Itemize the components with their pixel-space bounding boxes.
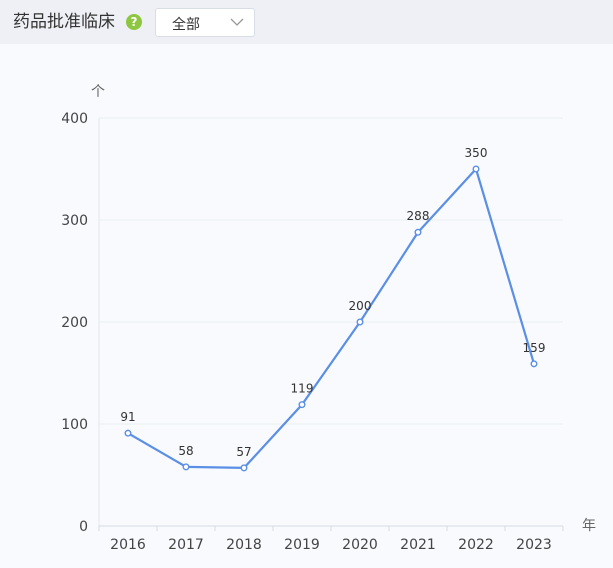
question-circle-icon[interactable]: ? bbox=[126, 14, 142, 30]
data-label: 200 bbox=[349, 299, 372, 313]
y-tick-label: 200 bbox=[61, 315, 88, 331]
y-unit-label: 个 bbox=[91, 84, 105, 100]
data-point bbox=[124, 429, 132, 437]
filter-select-value: 全部 bbox=[172, 17, 200, 33]
x-tick-label: 2022 bbox=[458, 537, 494, 553]
data-label: 159 bbox=[523, 341, 546, 355]
data-label: 58 bbox=[178, 444, 193, 458]
data-label: 119 bbox=[291, 382, 314, 396]
y-tick-label: 300 bbox=[61, 213, 88, 229]
y-tick-label: 400 bbox=[61, 111, 88, 127]
x-tick-label: 2016 bbox=[110, 537, 146, 553]
data-point bbox=[182, 463, 190, 471]
x-tick-label: 2021 bbox=[400, 537, 436, 553]
data-point bbox=[472, 165, 480, 173]
chevron-down-icon bbox=[230, 18, 244, 26]
data-point bbox=[414, 228, 422, 236]
data-label: 350 bbox=[465, 146, 488, 160]
filter-select[interactable]: 全部 bbox=[155, 8, 255, 37]
y-tick-label: 0 bbox=[79, 519, 88, 535]
chart-title: 药品批准临床 bbox=[13, 12, 115, 32]
x-tick-label: 2017 bbox=[168, 537, 204, 553]
data-label: 57 bbox=[236, 445, 251, 459]
data-point bbox=[530, 360, 538, 368]
x-unit-label: 年 bbox=[582, 518, 596, 534]
x-tick-label: 2023 bbox=[516, 537, 552, 553]
chart-panel: 0 100 200 300 400 2016 2017 2018 2019 2020 2021 202… bbox=[0, 44, 613, 568]
data-point bbox=[356, 318, 364, 326]
data-label: 91 bbox=[120, 410, 135, 424]
data-label: 288 bbox=[407, 209, 430, 223]
y-tick-label: 100 bbox=[61, 417, 88, 433]
x-tick-label: 2020 bbox=[342, 537, 378, 553]
data-point bbox=[298, 401, 306, 409]
x-tick-label: 2019 bbox=[284, 537, 320, 553]
series-line bbox=[127, 167, 536, 469]
line-chart: 0 100 200 300 400 2016 2017 2018 2019 2020 2021 202… bbox=[61, 84, 596, 553]
data-point bbox=[240, 464, 248, 472]
chart-header: 药品批准临床 ? 全部 bbox=[0, 0, 613, 44]
x-tick-label: 2018 bbox=[226, 537, 262, 553]
